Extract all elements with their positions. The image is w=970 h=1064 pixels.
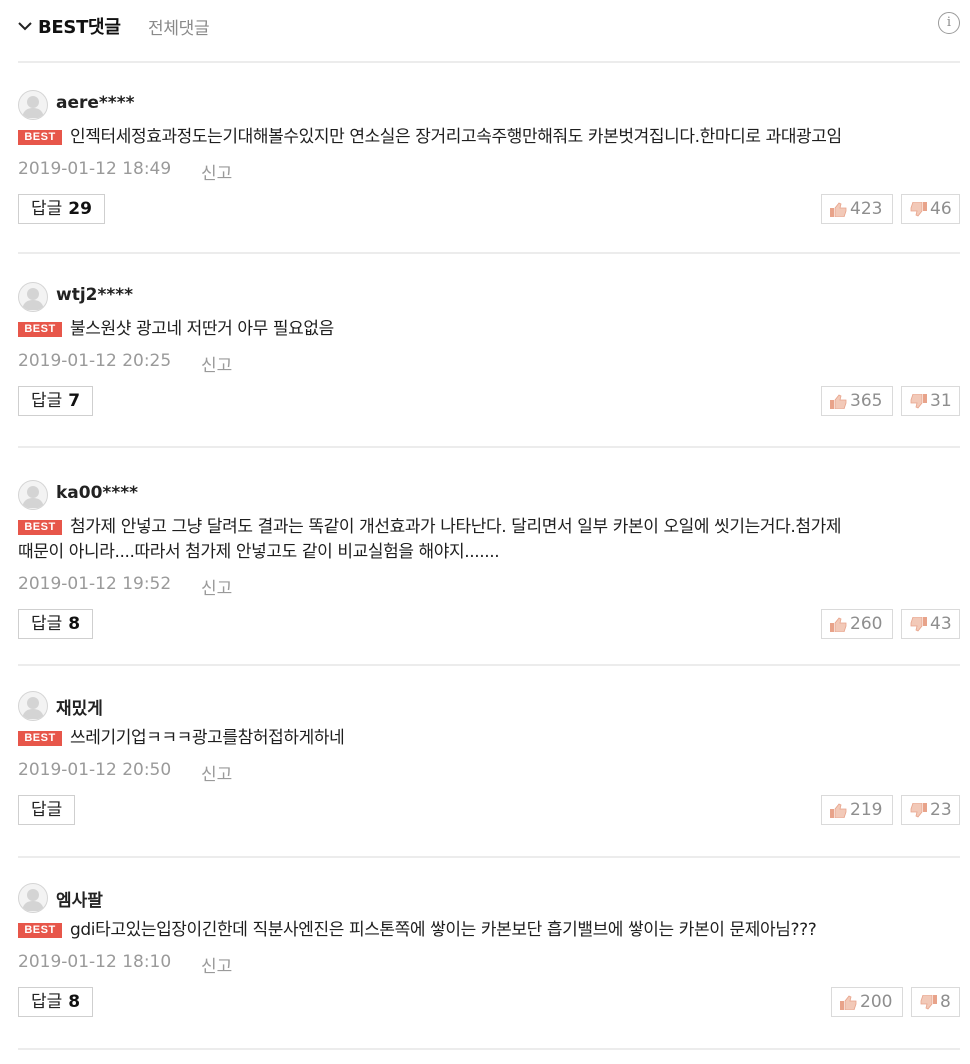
like-count: 423 (850, 199, 883, 219)
avatar-icon (18, 480, 48, 510)
like-button[interactable]: 200 (831, 987, 903, 1017)
comment-text: 첨가제 안넣고 그냥 달려도 결과는 똑같이 개선효과가 나타난다. 달리면서 … (70, 517, 842, 537)
comment-nickname[interactable]: 엠사팔 (56, 886, 103, 911)
info-icon[interactable]: i (938, 12, 960, 34)
reply-button[interactable]: 답글 7 (18, 386, 94, 416)
comment-item: aere**** BEST 인젝터세정효과정도는기대해볼수있지만 연소실은 장거리고… (18, 90, 960, 240)
avatar-icon (18, 883, 48, 913)
comment-divider (18, 1048, 960, 1050)
comment-nickname[interactable]: wtj2**** (56, 285, 133, 305)
dislike-count: 23 (930, 800, 952, 820)
dislike-button[interactable]: 31 (901, 386, 960, 416)
reply-button[interactable]: 답글 8 (18, 987, 94, 1017)
dislike-count: 31 (930, 391, 952, 411)
dislike-button[interactable]: 46 (901, 194, 960, 224)
chevron-down-icon (18, 22, 32, 31)
reply-label: 답글 (31, 992, 63, 1012)
best-badge: BEST (18, 520, 62, 535)
comment-nickname[interactable]: ka00**** (56, 483, 138, 503)
best-badge: BEST (18, 923, 62, 938)
avatar-icon (18, 282, 48, 312)
reply-button[interactable]: 답글 (18, 795, 76, 825)
report-button[interactable]: 신고 (201, 760, 232, 785)
thumbs-up-icon (840, 994, 857, 1010)
comment-divider (18, 252, 960, 254)
reply-count: 8 (68, 614, 81, 634)
dislike-count: 43 (930, 614, 952, 634)
thumbs-down-icon (910, 393, 927, 409)
reply-count: 29 (68, 199, 92, 219)
dislike-button[interactable]: 23 (901, 795, 960, 825)
report-button[interactable]: 신고 (201, 159, 232, 184)
thumbs-up-icon (830, 393, 847, 409)
dislike-button[interactable]: 43 (901, 609, 960, 639)
reply-label: 답글 (31, 800, 63, 820)
report-button[interactable]: 신고 (201, 351, 232, 376)
best-badge: BEST (18, 322, 62, 337)
comment-text: 쓰레기기업ㅋㅋㅋ광고를참허접하게하네 (70, 728, 345, 748)
like-button[interactable]: 219 (821, 795, 893, 825)
comment-timestamp: 2019-01-12 18:49 (18, 159, 172, 179)
comment-item: ka00**** BEST 첨가제 안넣고 그냥 달려도 결과는 똑같이 개선효과가… (18, 480, 960, 655)
thumbs-down-icon (910, 201, 927, 217)
reply-count: 7 (68, 391, 81, 411)
dislike-count: 46 (930, 199, 952, 219)
reply-button[interactable]: 답글 29 (18, 194, 105, 224)
reply-label: 답글 (31, 391, 63, 411)
reply-button[interactable]: 답글 8 (18, 609, 94, 639)
thumbs-up-icon (830, 201, 847, 217)
comment-text: 불스원샷 광고네 저딴거 아무 필요없음 (70, 319, 334, 339)
like-count: 200 (860, 992, 893, 1012)
like-button[interactable]: 365 (821, 386, 893, 416)
best-badge: BEST (18, 731, 62, 746)
avatar-icon (18, 691, 48, 721)
comment-divider (18, 446, 960, 448)
avatar-icon (18, 90, 48, 120)
comment-item: 재밌게 BEST 쓰레기기업ㅋㅋㅋ광고를참허접하게하네 2019-01-12 20:5… (18, 691, 960, 841)
comment-text: 때문이 아니라....따라서 첨가제 안넣고도 같이 비교실험을 해야지....… (18, 542, 500, 562)
comment-text: 인젝터세정효과정도는기대해볼수있지만 연소실은 장거리고속주행만해줘도 카본벗겨… (70, 127, 842, 147)
dislike-button[interactable]: 8 (911, 987, 960, 1017)
comment-tabs-header: BEST댓글 전체댓글 i (18, 0, 960, 52)
like-button[interactable]: 423 (821, 194, 893, 224)
comment-item: 엠사팔 BEST gdi타고있는입장이긴한데 직분사엔진은 피스톤쪽에 쌓이는 카본… (18, 883, 960, 1033)
comment-nickname[interactable]: aere**** (56, 93, 134, 113)
comment-divider (18, 664, 960, 666)
tab-all-comments[interactable]: 전체댓글 (148, 14, 210, 39)
comment-timestamp: 2019-01-12 20:25 (18, 351, 172, 371)
comment-timestamp: 2019-01-12 20:50 (18, 760, 172, 780)
like-count: 219 (850, 800, 883, 820)
report-button[interactable]: 신고 (201, 574, 232, 599)
like-button[interactable]: 260 (821, 609, 893, 639)
reply-count: 8 (68, 992, 81, 1012)
thumbs-down-icon (920, 994, 937, 1010)
thumbs-up-icon (830, 802, 847, 818)
dislike-count: 8 (940, 992, 951, 1012)
header-divider (18, 61, 960, 63)
reply-label: 답글 (31, 614, 63, 634)
comment-timestamp: 2019-01-12 19:52 (18, 574, 172, 594)
comment-item: wtj2**** BEST 불스원샷 광고네 저딴거 아무 필요없음 2019-01-… (18, 282, 960, 432)
tab-best-label: BEST댓글 (38, 17, 121, 38)
tab-best-comments[interactable]: BEST댓글 (18, 13, 121, 39)
reply-label: 답글 (31, 199, 63, 219)
like-count: 365 (850, 391, 883, 411)
report-button[interactable]: 신고 (201, 952, 232, 977)
thumbs-up-icon (830, 616, 847, 632)
thumbs-down-icon (910, 802, 927, 818)
comment-divider (18, 856, 960, 858)
comment-timestamp: 2019-01-12 18:10 (18, 952, 172, 972)
like-count: 260 (850, 614, 883, 634)
comment-nickname[interactable]: 재밌게 (56, 694, 103, 719)
best-badge: BEST (18, 130, 62, 145)
thumbs-down-icon (910, 616, 927, 632)
comment-text: gdi타고있는입장이긴한데 직분사엔진은 피스톤쪽에 쌓이는 카본보단 흡기밸브… (70, 920, 817, 940)
